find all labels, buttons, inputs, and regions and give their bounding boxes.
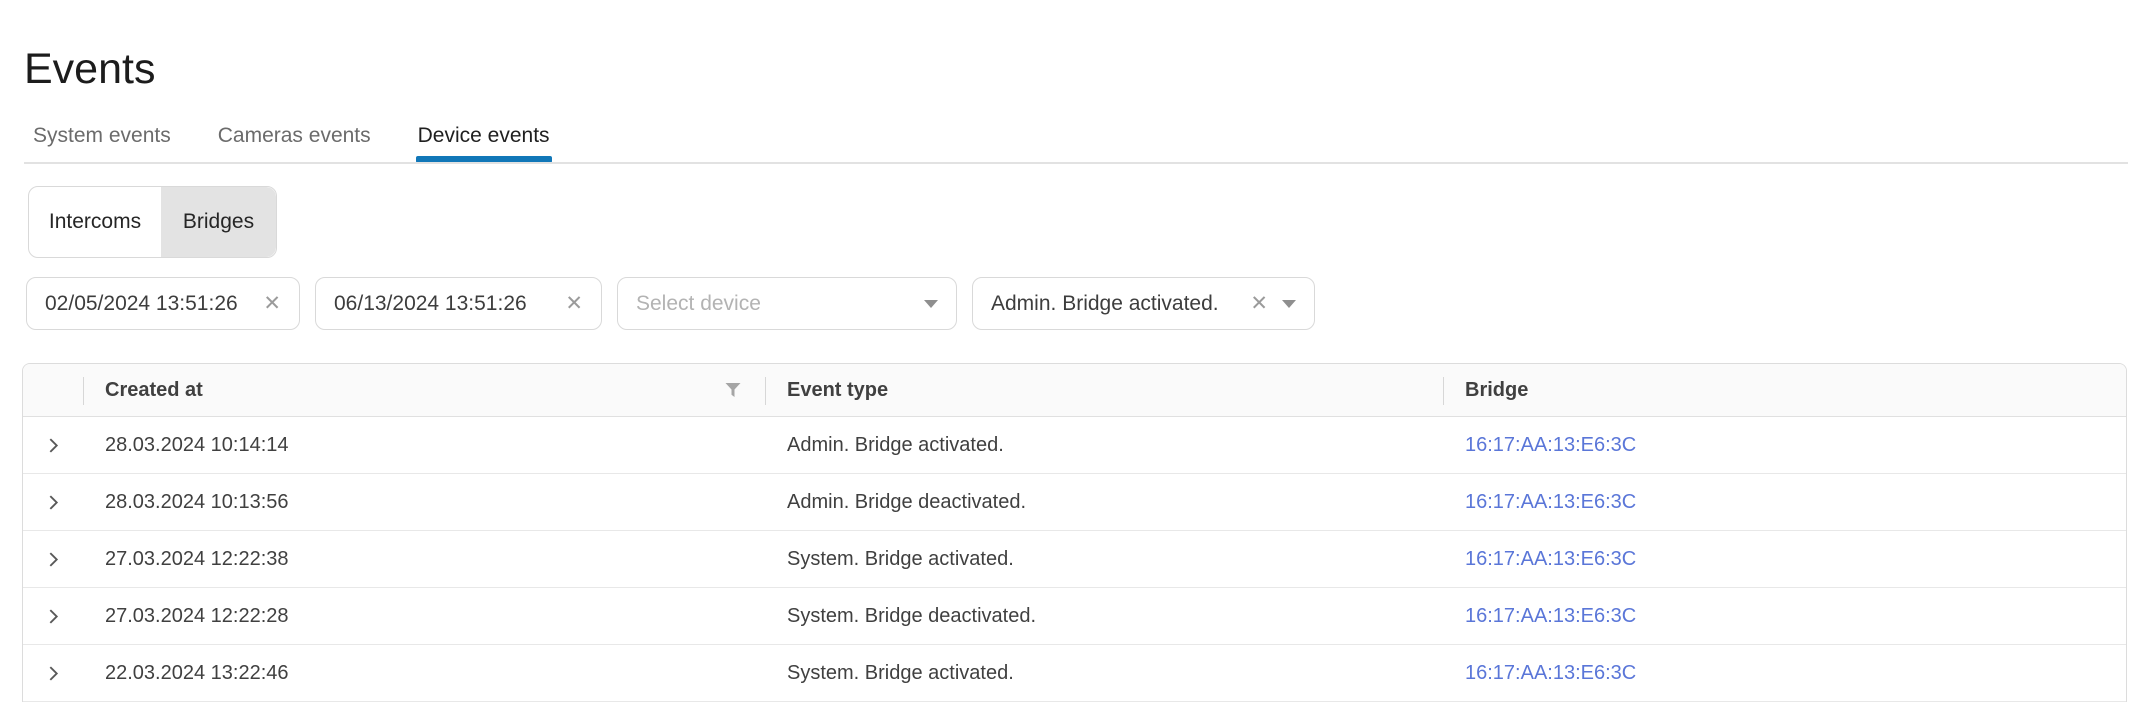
event-type-cell: Admin. Bridge deactivated. — [765, 474, 1443, 531]
table-header-row: Created at Event type Bridge — [23, 364, 2126, 417]
table-row: 27.03.2024 12:22:28 System. Bridge deact… — [23, 588, 2126, 645]
events-tab-bar: System events Cameras events Device even… — [33, 124, 550, 163]
table-row: 28.03.2024 10:14:14 Admin. Bridge activa… — [23, 417, 2126, 474]
expand-chevron-icon[interactable] — [41, 547, 65, 571]
expand-cell — [23, 417, 83, 474]
date-from-input[interactable] — [45, 292, 251, 316]
date-to-field[interactable]: ✕ — [315, 277, 602, 330]
bridge-cell: 16:17:AA:13:E6:3C — [1443, 474, 2126, 531]
tab-cameras-events[interactable]: Cameras events — [218, 124, 371, 163]
bridge-link[interactable]: 16:17:AA:13:E6:3C — [1465, 605, 1636, 627]
bridge-link[interactable]: 16:17:AA:13:E6:3C — [1465, 662, 1636, 684]
expand-chevron-icon[interactable] — [41, 433, 65, 457]
expand-chevron-icon[interactable] — [41, 604, 65, 628]
toggle-bridges[interactable]: Bridges — [161, 187, 276, 257]
device-type-toggle: Intercoms Bridges — [28, 186, 277, 258]
dropdown-caret-icon[interactable] — [1282, 300, 1296, 308]
created-at-cell: 27.03.2024 12:22:28 — [83, 588, 765, 645]
bridge-cell: 16:17:AA:13:E6:3C — [1443, 645, 2126, 702]
table-row: 27.03.2024 12:22:38 System. Bridge activ… — [23, 531, 2126, 588]
clear-icon[interactable]: ✕ — [263, 293, 281, 314]
device-select-placeholder: Select device — [636, 292, 910, 316]
tab-device-events[interactable]: Device events — [418, 124, 550, 163]
bridge-cell: 16:17:AA:13:E6:3C — [1443, 417, 2126, 474]
clear-icon[interactable]: ✕ — [1250, 293, 1268, 314]
filter-icon[interactable] — [725, 383, 741, 398]
date-from-field[interactable]: ✕ — [26, 277, 300, 330]
clear-icon[interactable]: ✕ — [565, 293, 583, 314]
expand-cell — [23, 474, 83, 531]
created-at-header-label: Created at — [105, 379, 203, 401]
event-type-cell: System. Bridge deactivated. — [765, 588, 1443, 645]
bridge-cell: 16:17:AA:13:E6:3C — [1443, 531, 2126, 588]
bridge-link[interactable]: 16:17:AA:13:E6:3C — [1465, 434, 1636, 456]
toggle-intercoms[interactable]: Intercoms — [29, 187, 161, 257]
created-at-cell: 28.03.2024 10:14:14 — [83, 417, 765, 474]
bridge-column-header: Bridge — [1443, 364, 2126, 417]
bridge-link[interactable]: 16:17:AA:13:E6:3C — [1465, 491, 1636, 513]
created-at-cell: 27.03.2024 12:22:38 — [83, 531, 765, 588]
tab-bar-divider — [24, 162, 2128, 164]
bridge-link[interactable]: 16:17:AA:13:E6:3C — [1465, 548, 1636, 570]
created-at-column-header: Created at — [83, 364, 765, 417]
dropdown-caret-icon[interactable] — [924, 300, 938, 308]
date-to-input[interactable] — [334, 292, 553, 316]
event-type-header-label: Event type — [787, 379, 888, 401]
event-type-value: Admin. Bridge activated. — [991, 292, 1238, 316]
event-type-select[interactable]: Admin. Bridge activated. ✕ — [972, 277, 1315, 330]
expand-chevron-icon[interactable] — [41, 661, 65, 685]
tab-system-events[interactable]: System events — [33, 124, 171, 163]
event-type-cell: System. Bridge activated. — [765, 531, 1443, 588]
event-type-column-header: Event type — [765, 364, 1443, 417]
bridge-cell: 16:17:AA:13:E6:3C — [1443, 588, 2126, 645]
expand-cell — [23, 588, 83, 645]
created-at-cell: 22.03.2024 13:22:46 — [83, 645, 765, 702]
event-type-cell: System. Bridge activated. — [765, 645, 1443, 702]
expand-cell — [23, 645, 83, 702]
table-row: 22.03.2024 13:22:46 System. Bridge activ… — [23, 645, 2126, 702]
table-row: 28.03.2024 10:13:56 Admin. Bridge deacti… — [23, 474, 2126, 531]
events-table: Created at Event type Bridge — [22, 363, 2127, 702]
page-title: Events — [24, 48, 155, 91]
expand-chevron-icon[interactable] — [41, 490, 65, 514]
filter-bar: ✕ ✕ Select device Admin. Bridge activate… — [26, 277, 1315, 330]
expand-column-header — [23, 364, 83, 417]
device-select[interactable]: Select device — [617, 277, 957, 330]
expand-cell — [23, 531, 83, 588]
event-type-cell: Admin. Bridge activated. — [765, 417, 1443, 474]
created-at-cell: 28.03.2024 10:13:56 — [83, 474, 765, 531]
bridge-header-label: Bridge — [1465, 379, 1528, 401]
